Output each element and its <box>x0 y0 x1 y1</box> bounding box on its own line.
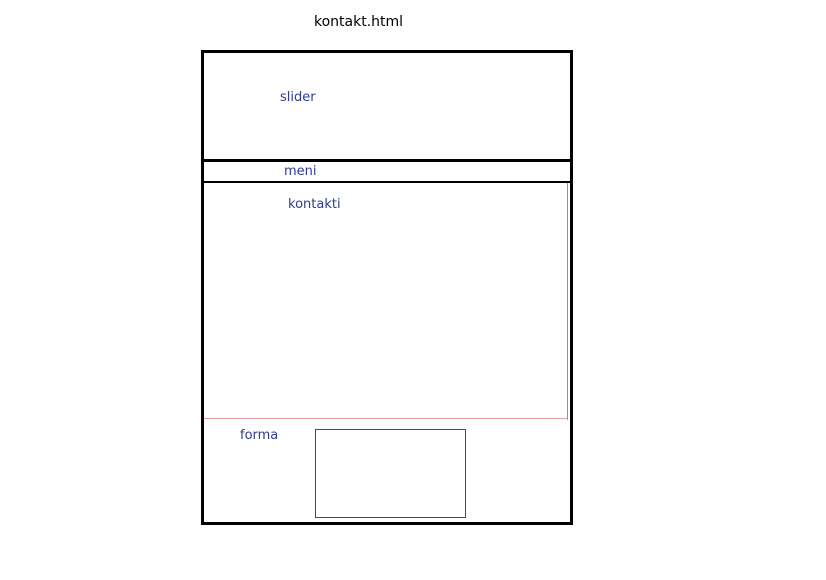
meni-section-label: meni <box>284 164 317 179</box>
kontakti-right-border <box>567 183 568 420</box>
kontakti-divider <box>204 418 567 419</box>
kontakti-section-label: kontakti <box>288 197 341 212</box>
slider-divider <box>201 159 573 162</box>
meni-divider <box>201 181 573 183</box>
form-box <box>315 429 466 518</box>
page-title: kontakt.html <box>314 14 404 30</box>
slider-section-label: slider <box>280 90 316 105</box>
forma-section-label: forma <box>240 428 279 443</box>
